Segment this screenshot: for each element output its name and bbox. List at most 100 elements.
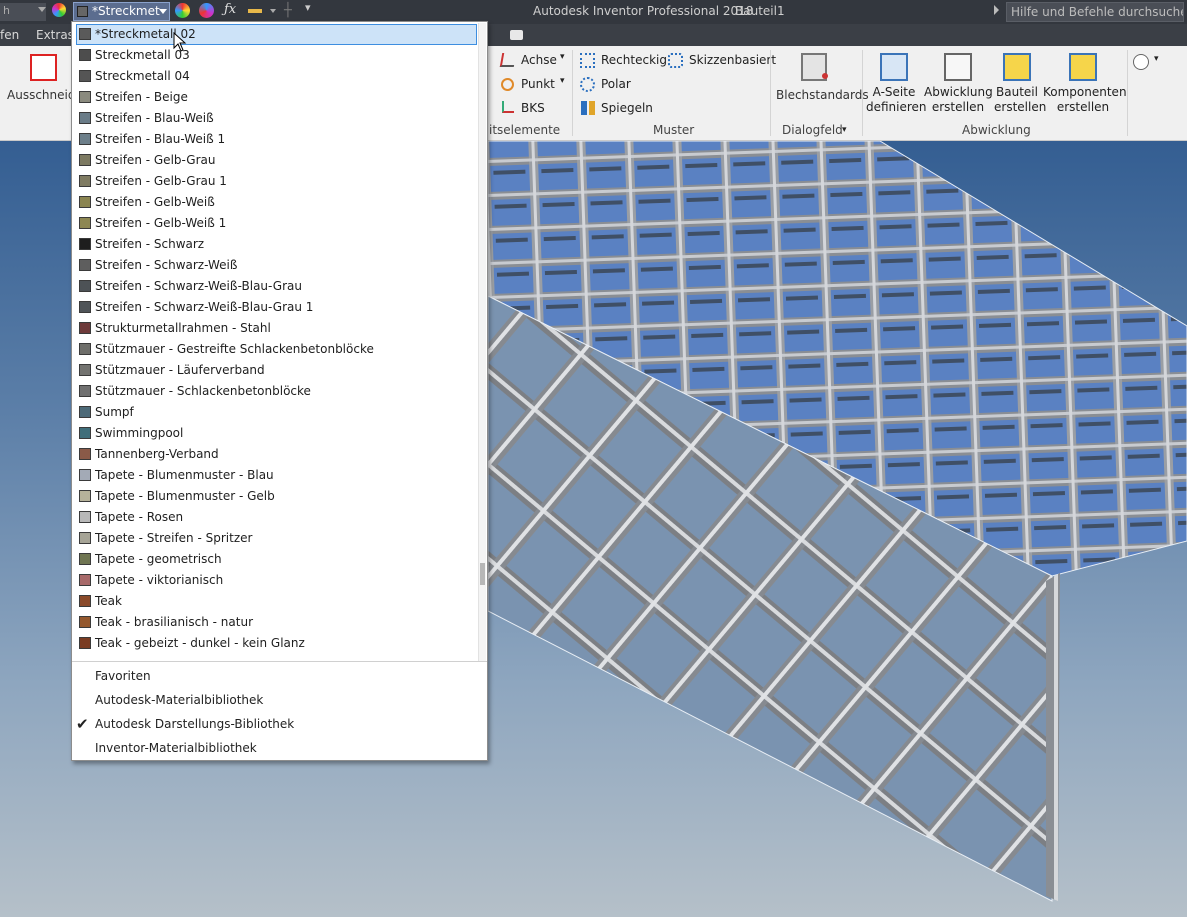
ribbon-separator [1127, 50, 1128, 136]
material-swatch-icon [79, 217, 91, 229]
function-icon[interactable]: ƒx [224, 2, 236, 17]
dropdown-scrollbar[interactable] [478, 23, 486, 661]
appearance-list-item[interactable]: Stützmauer - Gestreifte Schlackenbetonbl… [76, 339, 477, 360]
appearance-list-item-label: Teak - brasilianisch - natur [95, 615, 254, 629]
sheet-metal-defaults-button[interactable]: Blechstandards [776, 88, 869, 102]
appearance-list-item[interactable]: Stützmauer - Schlackenbetonblöcke [76, 381, 477, 402]
chevron-down-icon[interactable] [38, 7, 46, 12]
customize-icon[interactable]: ▾ [305, 1, 311, 14]
appearance-list-item[interactable]: Tapete - Blumenmuster - Blau [76, 465, 477, 486]
point-icon[interactable] [501, 78, 514, 91]
bend-edge [1046, 573, 1060, 901]
ribbon-toggle-icon[interactable] [510, 30, 523, 40]
appearance-list-item-label: Streifen - Blau-Weiß [95, 111, 214, 125]
dialog-group-label: Dialogfeld [782, 123, 843, 137]
library-item[interactable]: Inventor-Materialbibliothek [72, 736, 487, 760]
tab-partial[interactable]: fen [0, 28, 19, 42]
axis-button[interactable]: Achse [521, 53, 557, 67]
appearance-list-item[interactable]: Swimmingpool [76, 423, 477, 444]
create-flat-pattern-button[interactable]: Abwicklung erstellen [924, 53, 993, 115]
appearance-list-item[interactable]: *Streckmetall 02 [76, 24, 477, 45]
swatch-icon [77, 6, 88, 17]
rectangular-pattern-icon[interactable] [580, 53, 595, 68]
clear-appearance-icon[interactable] [199, 3, 214, 18]
circular-pattern-icon[interactable] [580, 77, 595, 92]
appearance-list-item[interactable]: Streifen - Gelb-Weiß 1 [76, 213, 477, 234]
appearance-list-item-label: Sumpf [95, 405, 134, 419]
library-item[interactable]: Favoriten [72, 664, 487, 688]
ribbon-separator [862, 50, 863, 136]
appearance-list-item-label: Teak [95, 594, 122, 608]
appearance-combo[interactable]: *Streckmet [73, 2, 170, 21]
appearance-list-item[interactable]: Tannenberg-Verband [76, 444, 477, 465]
color-wheel-icon[interactable] [52, 3, 66, 17]
tab-extras[interactable]: Extras [36, 28, 74, 42]
ucs-icon[interactable] [502, 101, 514, 113]
appearance-list-item-label: Strukturmetallrahmen - Stahl [95, 321, 271, 335]
library-item-label: Favoriten [95, 669, 151, 683]
library-list[interactable]: Favoriten Autodesk-Materialbibliothek ✔ Aut… [72, 664, 487, 760]
sketch-driven-pattern-icon[interactable] [668, 53, 683, 68]
appearance-list-item[interactable]: Streckmetall 03 [76, 45, 477, 66]
cut-icon[interactable] [30, 54, 57, 81]
appearance-dropdown[interactable]: *Streckmetall 02 Streckmetall 03 Streckmet… [71, 21, 488, 761]
appearance-list-item[interactable]: Streifen - Blau-Weiß 1 [76, 129, 477, 150]
appearance-list-item-label: Streifen - Beige [95, 90, 188, 104]
appearance-list-item[interactable]: Tapete - Blumenmuster - Gelb [76, 486, 477, 507]
appearance-list-item-label: Streifen - Gelb-Weiß 1 [95, 216, 227, 230]
appearance-list-item-label: Stützmauer - Gestreifte Schlackenbetonbl… [95, 342, 374, 356]
axis-icon[interactable] [499, 53, 517, 67]
appearance-list-item[interactable]: Tapete - Rosen [76, 507, 477, 528]
chevron-down-icon[interactable]: ▾ [560, 76, 565, 86]
appearance-list-item[interactable]: Streifen - Gelb-Weiß [76, 192, 477, 213]
chevron-down-icon[interactable] [270, 9, 276, 13]
rectangular-pattern-button[interactable]: Rechteckig [601, 53, 667, 67]
ribbon-options-icon[interactable] [1133, 54, 1149, 70]
a-side-button[interactable]: A-Seite definieren [866, 53, 927, 115]
appearance-list-item[interactable]: Streifen - Gelb-Grau [76, 150, 477, 171]
chevron-down-icon[interactable]: ▾ [842, 125, 847, 135]
appearance-list-item[interactable]: Streifen - Schwarz [76, 234, 477, 255]
appearance-list-item[interactable]: Stützmauer - Läuferverband [76, 360, 477, 381]
make-components-icon [1069, 53, 1097, 81]
appearance-list-item-label: Teak - gebeizt - dunkel - kein Glanz [95, 636, 305, 650]
material-swatch-icon [79, 28, 91, 40]
appearance-list-item-label: Tapete - viktorianisch [95, 573, 224, 587]
help-search-input[interactable]: Hilfe und Befehle durchsuchen... [1006, 2, 1184, 22]
chevron-down-icon[interactable]: ▾ [560, 52, 565, 62]
mirror-button[interactable]: Spiegeln [601, 101, 653, 115]
library-item[interactable]: Autodesk-Materialbibliothek [72, 688, 487, 712]
left-combo[interactable]: h [0, 3, 46, 21]
appearance-list-item[interactable]: Streifen - Schwarz-Weiß-Blau-Grau 1 [76, 297, 477, 318]
appearance-list[interactable]: *Streckmetall 02 Streckmetall 03 Streckmet… [76, 24, 477, 661]
appearance-list-item[interactable]: Tapete - viktorianisch [76, 570, 477, 591]
measure-icon[interactable] [248, 9, 262, 13]
appearance-list-item[interactable]: Streckmetall 04 [76, 66, 477, 87]
appearance-list-item[interactable]: Teak - brasilianisch - natur [76, 612, 477, 633]
adjust-appearance-icon[interactable] [175, 3, 190, 18]
appearance-list-item[interactable]: Strukturmetallrahmen - Stahl [76, 318, 477, 339]
appearance-list-item[interactable]: Streifen - Beige [76, 87, 477, 108]
appearance-list-item[interactable]: Tapete - geometrisch [76, 549, 477, 570]
appearance-list-item[interactable]: Tapete - Streifen - Spritzer [76, 528, 477, 549]
ucs-button[interactable]: BKS [521, 101, 545, 115]
make-components-button[interactable]: Komponenten erstellen [1043, 53, 1127, 115]
mirror-icon[interactable] [581, 101, 595, 115]
chevron-down-icon[interactable]: ▾ [1154, 54, 1159, 64]
appearance-list-item[interactable]: Sumpf [76, 402, 477, 423]
appearance-list-item[interactable]: Teak - gebeizt - dunkel - kein Glanz [76, 633, 477, 654]
point-button[interactable]: Punkt [521, 77, 555, 91]
appearance-list-item[interactable]: Streifen - Schwarz-Weiß-Blau-Grau [76, 276, 477, 297]
library-item-label: Autodesk-Materialbibliothek [95, 693, 264, 707]
sketch-driven-pattern-button[interactable]: Skizzenbasiert [689, 53, 776, 67]
make-part-button[interactable]: Bauteil erstellen [994, 53, 1046, 115]
appearance-list-item[interactable]: Streifen - Schwarz-Weiß [76, 255, 477, 276]
circular-pattern-button[interactable]: Polar [601, 77, 631, 91]
appearance-list-item[interactable]: Streifen - Gelb-Grau 1 [76, 171, 477, 192]
appearance-list-item[interactable]: Streifen - Blau-Weiß [76, 108, 477, 129]
chevron-right-icon[interactable] [994, 5, 999, 15]
library-item[interactable]: ✔ Autodesk Darstellungs-Bibliothek [72, 712, 487, 736]
appearance-list-item-label: Streifen - Gelb-Grau [95, 153, 216, 167]
appearance-list-item[interactable]: Teak [76, 591, 477, 612]
scrollbar-thumb[interactable] [480, 563, 485, 585]
